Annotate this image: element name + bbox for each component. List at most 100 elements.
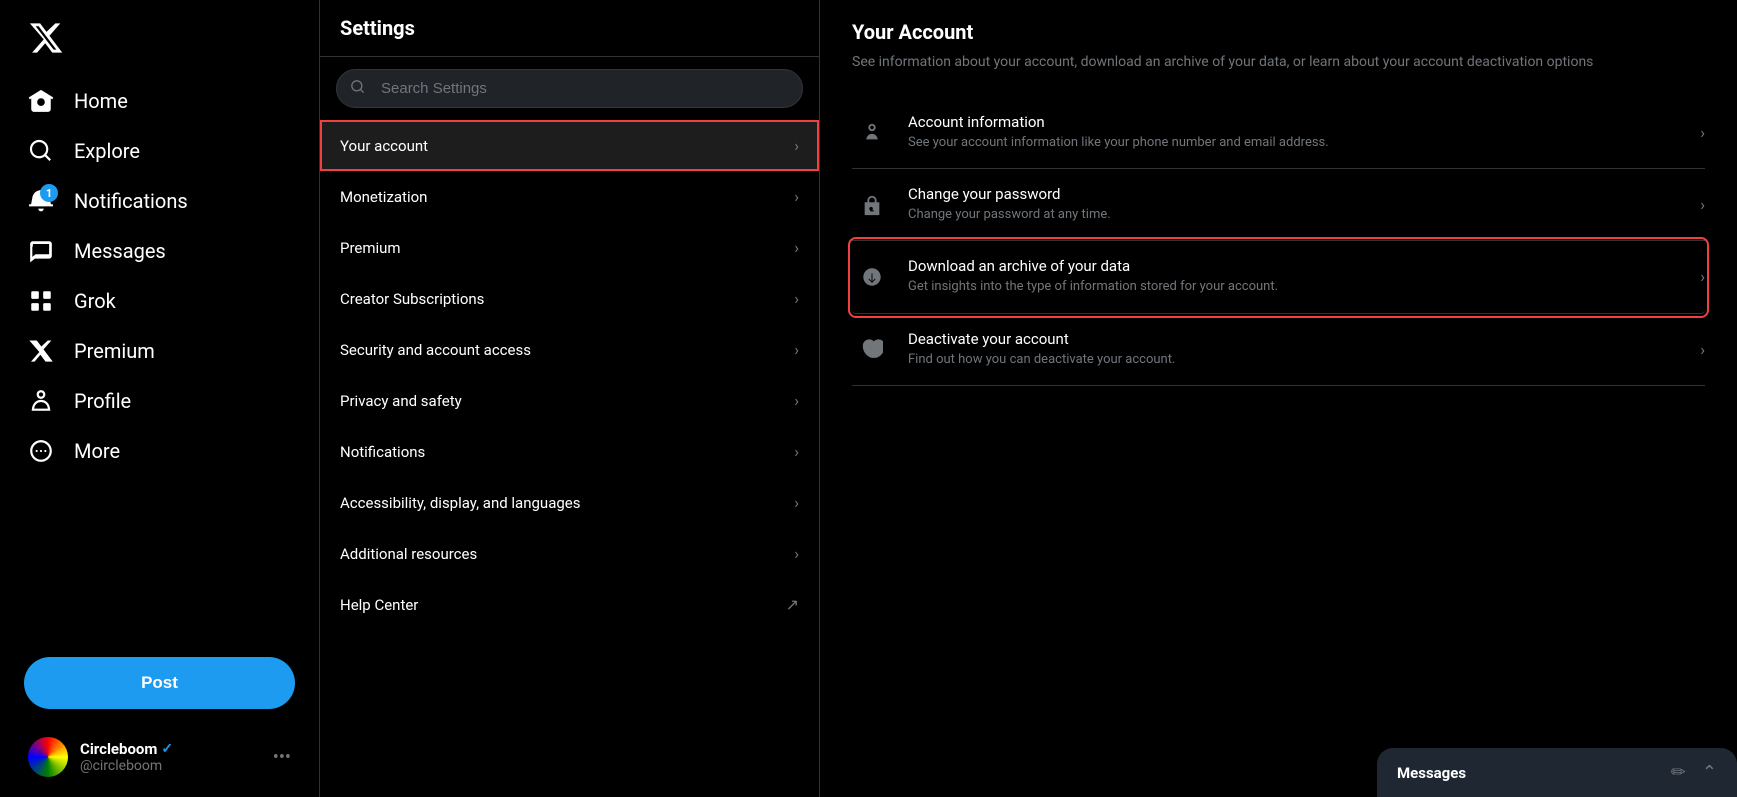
chevron-icon: › <box>794 289 799 308</box>
settings-item-label: Creator Subscriptions <box>340 290 484 308</box>
sidebar-item-grok[interactable]: Grok <box>12 276 307 326</box>
deactivate-icon <box>852 338 892 360</box>
sidebar-user[interactable]: Circleboom ✓ @circleboom ••• <box>12 725 307 789</box>
settings-item-accessibility[interactable]: Accessibility, display, and languages › <box>320 477 819 528</box>
settings-item-label: Help Center <box>340 596 418 614</box>
premium-label: Premium <box>74 339 155 363</box>
sidebar-item-messages[interactable]: Messages <box>12 226 307 276</box>
search-input[interactable] <box>336 69 803 108</box>
settings-item-label: Your account <box>340 137 428 155</box>
settings-item-monetization[interactable]: Monetization › <box>320 171 819 222</box>
profile-label: Profile <box>74 389 131 413</box>
chevron-icon: › <box>794 136 799 155</box>
settings-panel: Settings Your account › Monetization › P… <box>320 0 820 797</box>
chevron-icon: › <box>1700 340 1705 359</box>
password-icon <box>852 194 892 216</box>
settings-item-creator-subscriptions[interactable]: Creator Subscriptions › <box>320 273 819 324</box>
settings-item-premium[interactable]: Premium › <box>320 222 819 273</box>
more-icon <box>28 438 54 464</box>
chevron-icon: › <box>1700 123 1705 142</box>
avatar <box>28 737 68 777</box>
settings-item-notifications[interactable]: Notifications › <box>320 426 819 477</box>
sidebar-nav: Home Explore 1 Notifications Messages <box>12 76 307 641</box>
settings-item-label: Additional resources <box>340 545 477 563</box>
notifications-label: Notifications <box>74 189 188 213</box>
settings-title: Settings <box>340 16 415 40</box>
verified-badge: ✓ <box>161 741 173 757</box>
search-icon <box>350 79 366 99</box>
messages-widget-actions: ✏ ⌃ <box>1671 762 1717 783</box>
chevron-icon: › <box>794 391 799 410</box>
chevron-icon: › <box>1700 267 1705 286</box>
settings-item-help[interactable]: Help Center ↗ <box>320 579 819 630</box>
messages-widget[interactable]: Messages ✏ ⌃ <box>1377 748 1737 797</box>
settings-item-label: Security and account access <box>340 341 531 359</box>
user-handle: @circleboom <box>80 758 261 774</box>
settings-item-label: Privacy and safety <box>340 392 462 410</box>
settings-item-your-account[interactable]: Your account › <box>320 120 819 171</box>
download-archive-title: Download an archive of your data <box>908 257 1684 275</box>
settings-list: Your account › Monetization › Premium › … <box>320 120 819 630</box>
chevron-icon: › <box>1700 195 1705 214</box>
account-info-item[interactable]: Account information See your account inf… <box>852 97 1705 169</box>
chevron-icon: › <box>794 493 799 512</box>
change-password-title: Change your password <box>908 185 1684 203</box>
settings-item-security[interactable]: Security and account access › <box>320 324 819 375</box>
post-button[interactable]: Post <box>24 657 295 709</box>
account-info-icon <box>852 122 892 144</box>
profile-icon <box>28 388 54 414</box>
account-info-title: Account information <box>908 113 1684 131</box>
settings-item-label: Notifications <box>340 443 425 461</box>
home-icon <box>28 88 54 114</box>
chevron-icon: › <box>794 238 799 257</box>
messages-widget-title: Messages <box>1397 764 1466 782</box>
settings-item-privacy[interactable]: Privacy and safety › <box>320 375 819 426</box>
sidebar-item-explore[interactable]: Explore <box>12 126 307 176</box>
content-panel: Your Account See information about your … <box>820 0 1737 797</box>
home-label: Home <box>74 89 128 113</box>
settings-item-label: Accessibility, display, and languages <box>340 494 580 512</box>
settings-item-label: Premium <box>340 239 401 257</box>
explore-icon <box>28 138 54 164</box>
settings-header: Settings <box>320 0 819 57</box>
download-icon <box>852 266 892 288</box>
explore-label: Explore <box>74 139 140 163</box>
change-password-text: Change your password Change your passwor… <box>908 185 1684 224</box>
change-password-desc: Change your password at any time. <box>908 206 1684 224</box>
sidebar-item-notifications[interactable]: 1 Notifications <box>12 176 307 226</box>
download-archive-text: Download an archive of your data Get ins… <box>908 257 1684 296</box>
download-archive-desc: Get insights into the type of informatio… <box>908 278 1684 296</box>
settings-item-additional[interactable]: Additional resources › <box>320 528 819 579</box>
chevron-icon: › <box>794 340 799 359</box>
sidebar: Home Explore 1 Notifications Messages <box>0 0 320 797</box>
page-description: See information about your account, down… <box>852 52 1705 73</box>
chevron-icon: › <box>794 544 799 563</box>
messages-label: Messages <box>74 239 166 263</box>
page-title: Your Account <box>852 20 1705 44</box>
chevron-icon: › <box>794 187 799 206</box>
deactivate-text: Deactivate your account Find out how you… <box>908 330 1684 369</box>
x-logo[interactable] <box>12 8 307 72</box>
messages-icon <box>28 238 54 264</box>
sidebar-item-home[interactable]: Home <box>12 76 307 126</box>
change-password-item[interactable]: Change your password Change your passwor… <box>852 169 1705 241</box>
sidebar-item-premium[interactable]: Premium <box>12 326 307 376</box>
user-more-icon[interactable]: ••• <box>273 747 291 768</box>
deactivate-title: Deactivate your account <box>908 330 1684 348</box>
premium-icon <box>28 338 54 364</box>
compose-message-icon[interactable]: ✏ <box>1671 762 1686 783</box>
external-link-icon: ↗ <box>786 595 799 614</box>
chevron-icon: › <box>794 442 799 461</box>
x-logo-icon <box>28 20 64 56</box>
grok-icon <box>28 288 54 314</box>
account-info-text: Account information See your account inf… <box>908 113 1684 152</box>
more-label: More <box>74 439 120 463</box>
collapse-messages-icon[interactable]: ⌃ <box>1702 762 1717 783</box>
settings-search-box <box>336 69 803 108</box>
sidebar-item-more[interactable]: More <box>12 426 307 476</box>
account-info-desc: See your account information like your p… <box>908 134 1684 152</box>
download-archive-item[interactable]: Download an archive of your data Get ins… <box>852 241 1705 313</box>
sidebar-item-profile[interactable]: Profile <box>12 376 307 426</box>
deactivate-item[interactable]: Deactivate your account Find out how you… <box>852 314 1705 386</box>
deactivate-desc: Find out how you can deactivate your acc… <box>908 351 1684 369</box>
